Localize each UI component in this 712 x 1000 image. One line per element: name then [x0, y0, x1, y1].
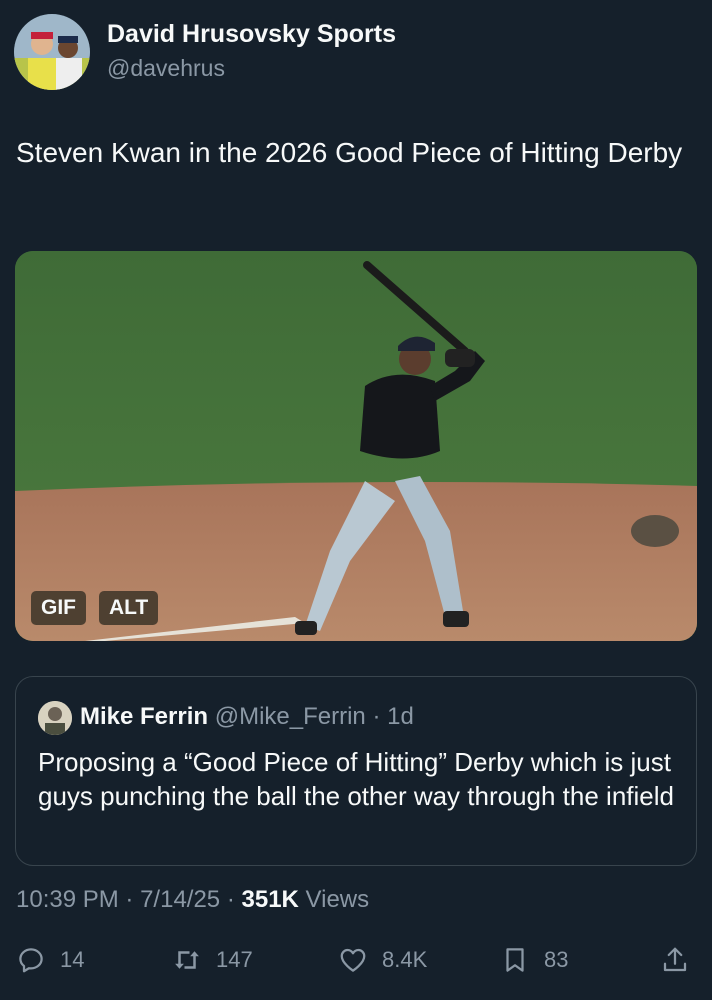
reply-button[interactable]: 14: [16, 938, 84, 982]
views-label: Views: [305, 886, 370, 913]
retweet-icon: [175, 951, 199, 969]
quoted-timestamp[interactable]: 1d: [387, 703, 414, 730]
author-name[interactable]: David Hrusovsky Sports: [107, 20, 396, 49]
heart-icon: [340, 948, 366, 972]
bookmark-icon: [506, 948, 524, 972]
like-button[interactable]: 8.4K: [338, 938, 427, 982]
tweet-time[interactable]: 10:39 PM: [16, 886, 119, 913]
bookmark-count: 83: [544, 947, 569, 972]
share-icon: [663, 947, 687, 972]
gif-frame: [15, 251, 697, 641]
tweet-media-gif[interactable]: GIF ALT: [15, 251, 697, 641]
alt-text-button[interactable]: ALT: [99, 591, 159, 625]
reply-icon: [19, 948, 43, 973]
quoted-tweet[interactable]: Mike Ferrin @Mike_Ferrin · 1d Proposing …: [15, 676, 697, 866]
quoted-author-name[interactable]: Mike Ferrin: [80, 703, 208, 730]
tweet-header: David Hrusovsky Sports @davehrus: [14, 14, 694, 90]
meta-separator: ·: [226, 886, 235, 913]
tweet-text: Steven Kwan in the 2026 Good Piece of Hi…: [16, 137, 683, 168]
quoted-tweet-text: Proposing a “Good Piece of Hitting” Derb…: [38, 747, 674, 811]
like-count: 8.4K: [382, 947, 428, 972]
reply-count: 14: [60, 947, 85, 972]
tweet-date[interactable]: 7/14/25: [140, 886, 220, 913]
gif-badge: GIF: [31, 591, 86, 625]
author-handle[interactable]: @davehrus: [107, 55, 225, 82]
quoted-tweet-header: Mike Ferrin @Mike_Ferrin · 1d: [80, 703, 414, 731]
retweet-count: 147: [216, 947, 253, 972]
views-count: 351K: [241, 886, 299, 913]
meta-separator: ·: [125, 886, 134, 913]
quoted-author-avatar[interactable]: [38, 701, 72, 735]
bookmark-button[interactable]: 83: [500, 938, 568, 982]
action-bar: 14 147 8.4K 83: [0, 938, 712, 982]
retweet-button[interactable]: 147: [172, 938, 253, 982]
author-avatar[interactable]: [14, 14, 90, 90]
tweet-meta: 10:39 PM · 7/14/25 · 351K Views: [16, 886, 369, 914]
share-button[interactable]: [660, 938, 690, 982]
quoted-separator: ·: [372, 703, 381, 730]
quoted-author-handle[interactable]: @Mike_Ferrin: [215, 703, 366, 730]
